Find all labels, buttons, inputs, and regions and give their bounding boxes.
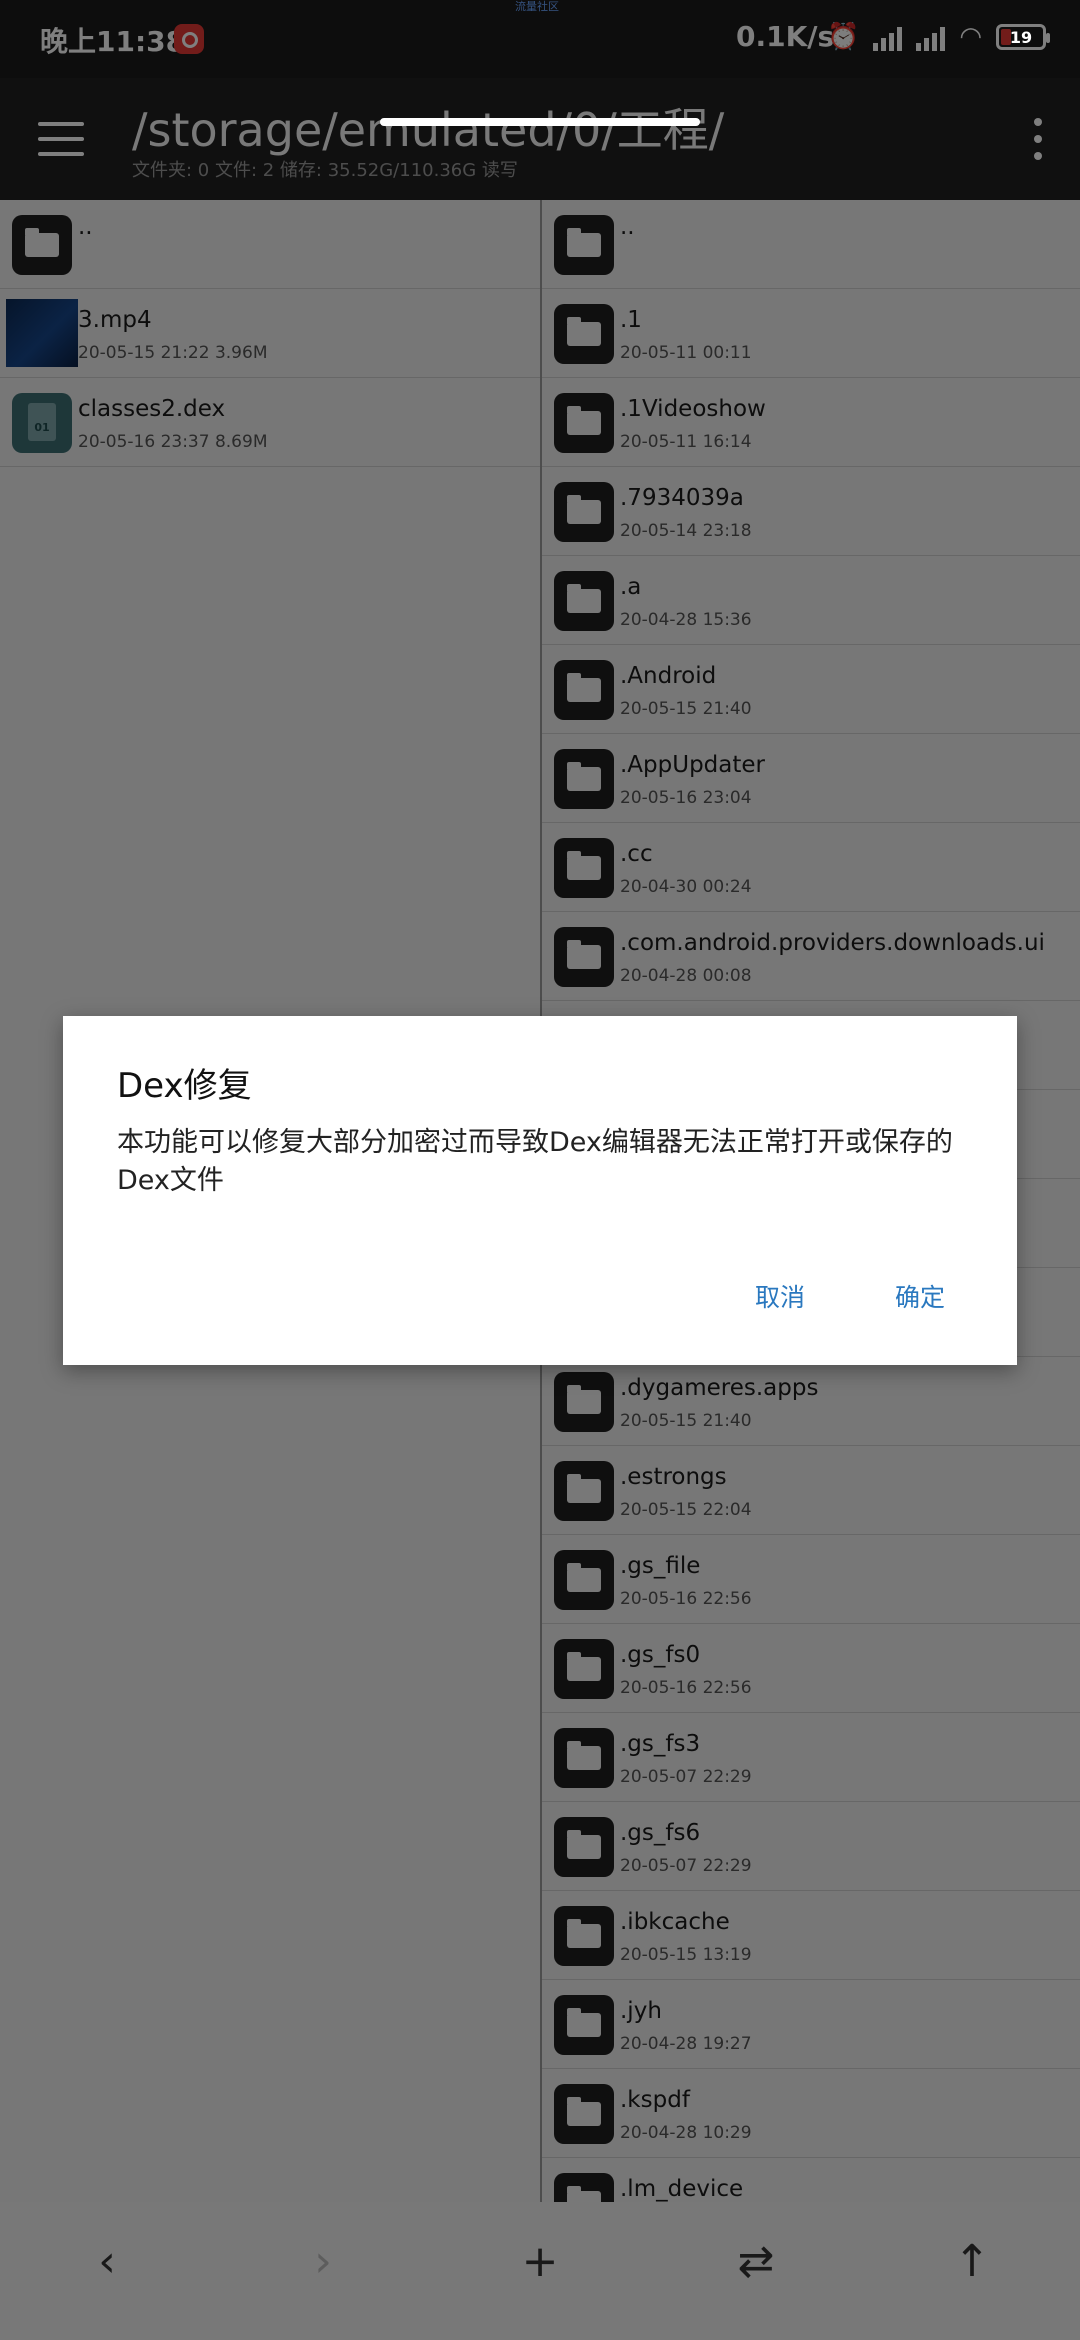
dialog-title: Dex修复 <box>117 1066 252 1106</box>
dex-repair-dialog: Dex修复 本功能可以修复大部分加密过而导致Dex编辑器无法正常打开或保存的De… <box>63 1016 1017 1365</box>
home-indicator[interactable] <box>380 118 700 126</box>
confirm-button[interactable]: 确定 <box>895 1278 945 1314</box>
battery-level: 19 <box>1009 27 1033 47</box>
dialog-message: 本功能可以修复大部分加密过而导致Dex编辑器无法正常打开或保存的Dex文件 <box>117 1127 953 1196</box>
cancel-button[interactable]: 取消 <box>755 1278 805 1314</box>
